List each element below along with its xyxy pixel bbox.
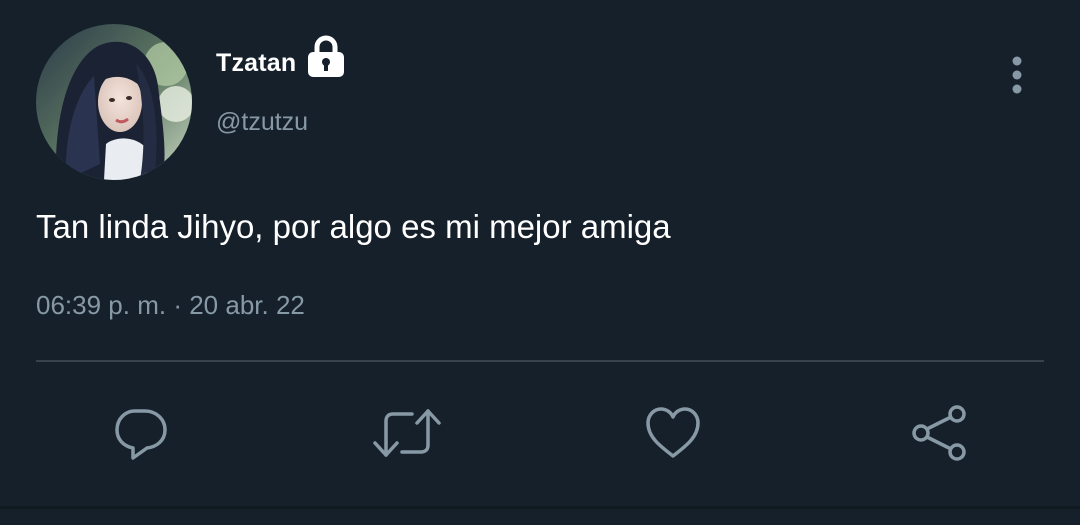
- tweet-text: Tan linda Jihyo, por algo es mi mejor am…: [36, 208, 671, 245]
- more-options-icon[interactable]: [1000, 54, 1034, 98]
- lock-icon: [306, 35, 346, 84]
- divider: [36, 360, 1044, 362]
- profile-photo: [36, 24, 192, 180]
- reply-icon: [115, 409, 167, 460]
- tweet-date[interactable]: 20 abr. 22: [189, 290, 305, 320]
- like-icon: [646, 407, 700, 458]
- bottom-divider: [0, 506, 1080, 509]
- retweet-button[interactable]: [372, 398, 442, 468]
- tweet-metadata: 06:39 p. m. · 20 abr. 22: [36, 290, 305, 321]
- share-button[interactable]: [904, 398, 974, 468]
- user-name-row: Tzatan: [216, 35, 346, 88]
- user-handle[interactable]: @tzutzu: [216, 108, 308, 137]
- reply-button[interactable]: [106, 398, 176, 468]
- display-name[interactable]: Tzatan: [216, 49, 296, 78]
- like-button[interactable]: [638, 398, 708, 468]
- avatar[interactable]: [36, 24, 192, 180]
- meta-separator: ·: [173, 290, 182, 320]
- share-icon: [912, 405, 966, 461]
- tweet-time[interactable]: 06:39 p. m.: [36, 290, 166, 320]
- tweet-card: Tzatan @tzutzu Tan linda Jihyo, por algo…: [0, 0, 1080, 525]
- retweet-icon: [373, 409, 441, 457]
